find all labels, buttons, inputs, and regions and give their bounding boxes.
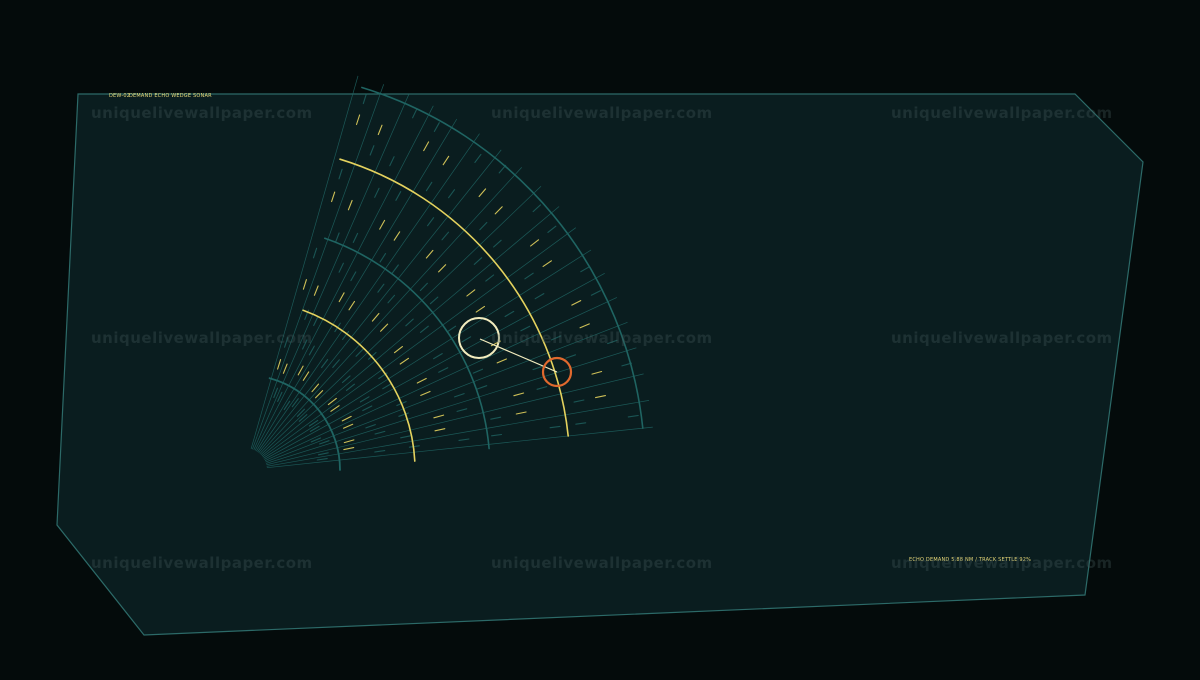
watermark-text: uniquelivewallpaper.com [491, 554, 713, 572]
watermark-text: uniquelivewallpaper.com [491, 329, 713, 347]
sonar-screen: DEW-02 DEMAND ECHO WEDGE SONAR ECHO DEMA… [0, 0, 1200, 676]
watermark-text: uniquelivewallpaper.com [891, 554, 1113, 572]
watermark-text: uniquelivewallpaper.com [91, 554, 313, 572]
watermark-text: uniquelivewallpaper.com [91, 104, 313, 122]
watermark-text: uniquelivewallpaper.com [491, 104, 713, 122]
watermark-text: uniquelivewallpaper.com [91, 329, 313, 347]
header-title: DEMAND ECHO WEDGE SONAR [129, 93, 212, 99]
header-id: DEW-02 [109, 93, 131, 99]
watermark-text: uniquelivewallpaper.com [891, 104, 1113, 122]
watermark-text: uniquelivewallpaper.com [891, 329, 1113, 347]
